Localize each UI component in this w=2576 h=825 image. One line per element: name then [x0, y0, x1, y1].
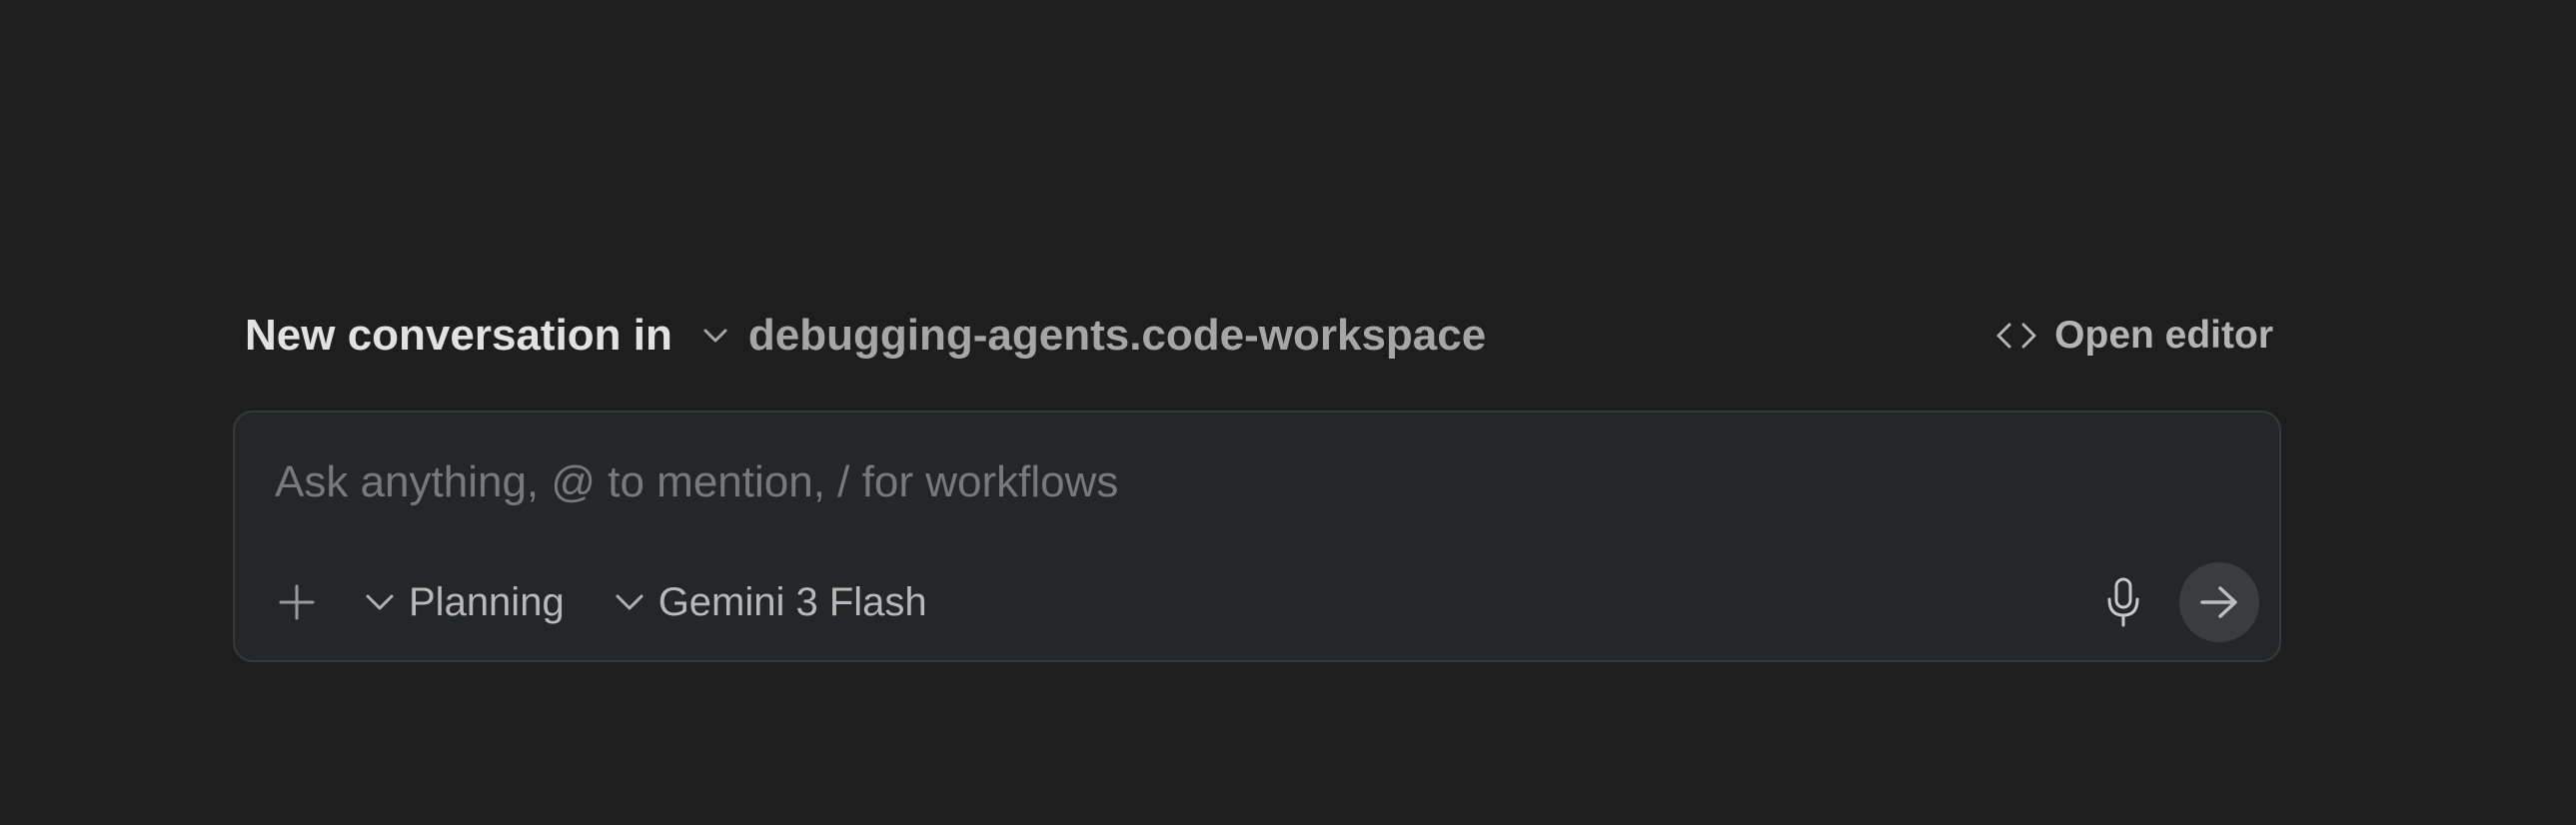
- add-context-button[interactable]: [275, 580, 319, 624]
- send-button[interactable]: [2179, 562, 2259, 642]
- chevron-down-icon: [700, 321, 730, 351]
- plus-icon: [279, 584, 315, 620]
- conversation-page: New conversation in debugging-agents.cod…: [0, 0, 2576, 825]
- chevron-down-icon: [363, 587, 397, 617]
- workspace-name: debugging-agents.code-workspace: [747, 311, 1487, 360]
- page-title: New conversation in: [245, 311, 672, 360]
- mode-label: Planning: [409, 579, 565, 624]
- conversation-header: New conversation in debugging-agents.cod…: [245, 306, 2273, 366]
- code-icon: [1994, 321, 2038, 351]
- open-editor-label: Open editor: [2054, 314, 2273, 357]
- model-dropdown[interactable]: Gemini 3 Flash: [613, 580, 927, 625]
- prompt-input[interactable]: [275, 452, 2173, 512]
- chevron-down-icon: [613, 587, 646, 617]
- open-editor-button[interactable]: Open editor: [1994, 306, 2273, 366]
- composer-toolbar: Planning Gemini 3 Flash: [275, 562, 2259, 642]
- arrow-right-icon: [2200, 586, 2237, 618]
- mode-dropdown[interactable]: Planning: [363, 580, 565, 625]
- microphone-icon: [2107, 577, 2139, 627]
- model-label: Gemini 3 Flash: [657, 579, 927, 624]
- workspace-selector[interactable]: debugging-agents.code-workspace: [700, 311, 1486, 361]
- prompt-composer: Planning Gemini 3 Flash: [233, 411, 2281, 662]
- microphone-button[interactable]: [2101, 574, 2145, 630]
